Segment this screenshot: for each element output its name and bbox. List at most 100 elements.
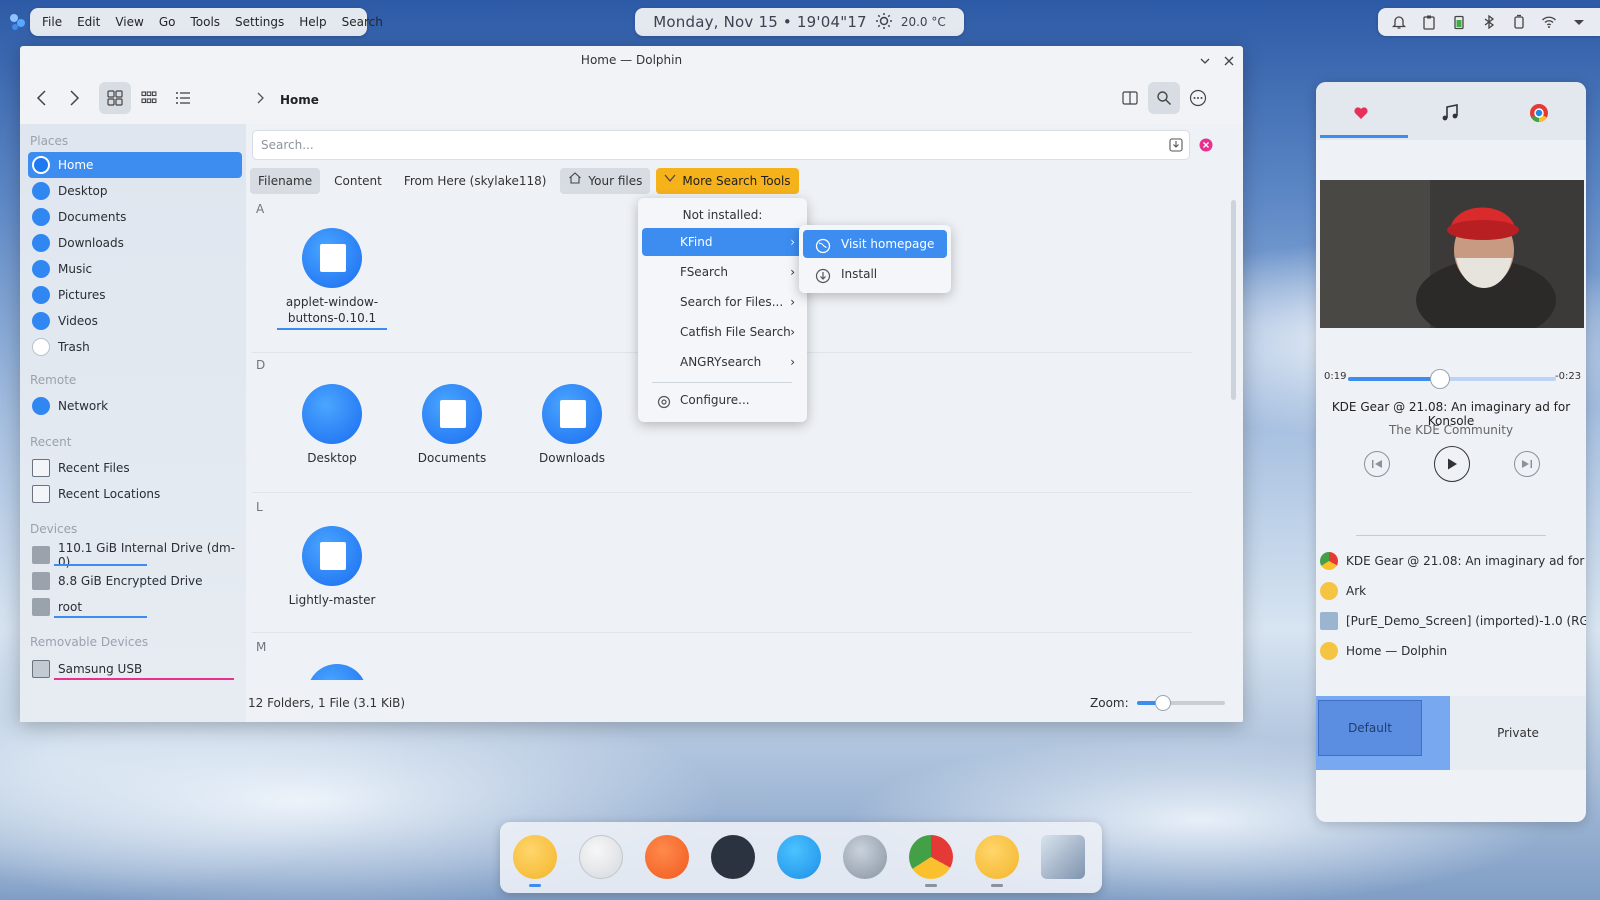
sidebar-item-downloads[interactable]: Downloads xyxy=(28,230,242,256)
globe-icon xyxy=(815,236,831,254)
player-item-ark[interactable]: Ark xyxy=(1320,577,1586,605)
close-icon[interactable] xyxy=(1221,53,1237,69)
menu-item-kfind[interactable]: KFind › xyxy=(642,228,803,256)
menu-file[interactable]: File xyxy=(42,15,62,29)
play-button[interactable] xyxy=(1434,446,1470,482)
wifi-icon[interactable] xyxy=(1540,14,1557,31)
details-view-button[interactable] xyxy=(167,82,199,114)
player-item-demo[interactable]: [PurE_Demo_Screen] (imported)-1.0 (RG... xyxy=(1320,607,1586,635)
save-search-icon[interactable] xyxy=(1169,138,1183,155)
sidebar-item-label: 8.8 GiB Encrypted Drive xyxy=(58,574,203,588)
battery-icon[interactable] xyxy=(1450,14,1467,31)
zoom-slider[interactable] xyxy=(1136,695,1225,711)
menu-item-fsearch[interactable]: FSearch › xyxy=(642,258,803,286)
notifications-icon[interactable] xyxy=(1390,14,1407,31)
forward-button[interactable] xyxy=(58,82,90,114)
menu-search[interactable]: Search xyxy=(342,15,383,29)
menu-go[interactable]: Go xyxy=(159,15,176,29)
search-button[interactable] xyxy=(1148,82,1180,114)
profile-private-button[interactable]: Private xyxy=(1450,696,1586,770)
sidebar-item-music[interactable]: Music xyxy=(28,256,242,282)
sidebar-item-home[interactable]: Home xyxy=(28,152,242,178)
dolphin-app-icon[interactable] xyxy=(513,835,557,879)
menu-tools[interactable]: Tools xyxy=(190,15,220,29)
sidebar-item-trash[interactable]: Trash xyxy=(28,334,242,360)
text-editor-app-icon[interactable] xyxy=(579,835,623,879)
clipboard-icon[interactable] xyxy=(1420,14,1437,31)
split-view-button[interactable] xyxy=(1114,82,1146,114)
archive-app-icon[interactable] xyxy=(975,835,1019,879)
browser-app-icon[interactable] xyxy=(777,835,821,879)
sidebar-item-label: Downloads xyxy=(58,236,124,250)
sidebar-item-recent-files[interactable]: Recent Files xyxy=(28,455,242,481)
device-icon[interactable] xyxy=(1510,14,1527,31)
compact-view-button[interactable] xyxy=(133,82,165,114)
recent-locations-icon xyxy=(32,485,50,503)
sidebar-item-desktop[interactable]: Desktop xyxy=(28,178,242,204)
previous-button[interactable] xyxy=(1364,451,1390,477)
title-bar[interactable]: Home — Dolphin xyxy=(20,46,1243,76)
chevron-down-icon[interactable] xyxy=(1570,14,1587,31)
clock-widget[interactable]: Monday, Nov 15 • 19'04"17 20.0 °C xyxy=(635,8,964,36)
pictures-icon xyxy=(32,286,50,304)
favorites-icon[interactable] xyxy=(1346,100,1376,126)
file-item[interactable]: Desktop xyxy=(277,384,387,466)
running-indicator xyxy=(529,884,541,887)
install-item[interactable]: Install xyxy=(803,260,947,288)
screenshot-app-icon[interactable] xyxy=(1041,835,1085,879)
menu-item-catfish[interactable]: Catfish File Search › xyxy=(642,318,803,346)
search-input[interactable] xyxy=(253,131,1133,159)
menu-item-search-for-files[interactable]: Search for Files... › xyxy=(642,288,803,316)
player-item-dolphin[interactable]: Home — Dolphin xyxy=(1320,637,1586,665)
progress-slider[interactable] xyxy=(1348,369,1556,389)
chevron-right-icon: › xyxy=(790,265,795,279)
sidebar-item-videos[interactable]: Videos xyxy=(28,308,242,334)
filter-from-here[interactable]: From Here (skylake118) xyxy=(396,168,555,194)
minimize-icon[interactable] xyxy=(1197,53,1213,69)
music-icon xyxy=(32,260,50,278)
filter-filename[interactable]: Filename xyxy=(250,168,321,194)
sidebar-item-documents[interactable]: Documents xyxy=(28,204,242,230)
progress-knob[interactable] xyxy=(1429,369,1450,389)
breadcrumb[interactable]: Home xyxy=(256,92,319,107)
group-header-d: D xyxy=(256,358,266,372)
music-icon[interactable] xyxy=(1435,100,1465,126)
close-search-icon[interactable] xyxy=(1199,138,1213,155)
menu-settings[interactable]: Settings xyxy=(235,15,284,29)
chrome-icon[interactable] xyxy=(1524,100,1554,126)
sidebar-item-recent-locations[interactable]: Recent Locations xyxy=(28,481,242,507)
player-item-chrome[interactable]: KDE Gear @ 21.08: An imaginary ad for K.… xyxy=(1320,547,1586,575)
settings-app-icon[interactable] xyxy=(843,835,887,879)
more-search-tools-button[interactable]: More Search Tools xyxy=(656,168,799,194)
sidebar-item-encrypted-drive[interactable]: 8.8 GiB Encrypted Drive xyxy=(28,568,242,594)
file-item[interactable]: Lightly-master xyxy=(277,526,387,608)
icons-view-button[interactable] xyxy=(99,82,131,114)
shop-app-icon[interactable] xyxy=(645,835,689,879)
bluetooth-icon[interactable] xyxy=(1480,14,1497,31)
menu-item-angrysearch[interactable]: ANGRYsearch › xyxy=(642,348,803,376)
launcher-icon[interactable] xyxy=(6,10,30,34)
terminal-app-icon[interactable] xyxy=(711,835,755,879)
menu-help[interactable]: Help xyxy=(299,15,326,29)
chrome-app-icon[interactable] xyxy=(909,835,953,879)
filter-your-files[interactable]: Your files xyxy=(560,168,651,194)
menu-view[interactable]: View xyxy=(115,15,143,29)
breadcrumb-home[interactable]: Home xyxy=(280,93,319,107)
menu-item-configure[interactable]: Configure... xyxy=(642,386,803,414)
profile-default-button[interactable]: Default xyxy=(1318,700,1422,756)
sidebar-item-pictures[interactable]: Pictures xyxy=(28,282,242,308)
scrollbar[interactable] xyxy=(1231,200,1236,400)
more-options-button[interactable] xyxy=(1182,82,1214,114)
menu-edit[interactable]: Edit xyxy=(77,15,100,29)
file-item[interactable]: applet-window-buttons-0.10.1 xyxy=(277,228,387,330)
sidebar-item-network[interactable]: Network xyxy=(28,393,242,419)
chevron-right-icon: › xyxy=(790,355,795,369)
file-item[interactable]: Downloads xyxy=(517,384,627,466)
file-item[interactable]: Documents xyxy=(397,384,507,466)
folder-icon-partial[interactable] xyxy=(307,664,367,680)
next-button[interactable] xyxy=(1514,451,1540,477)
search-field[interactable] xyxy=(252,130,1190,160)
visit-homepage-item[interactable]: Visit homepage xyxy=(803,230,947,258)
back-button[interactable] xyxy=(26,82,58,114)
filter-content[interactable]: Content xyxy=(326,168,390,194)
